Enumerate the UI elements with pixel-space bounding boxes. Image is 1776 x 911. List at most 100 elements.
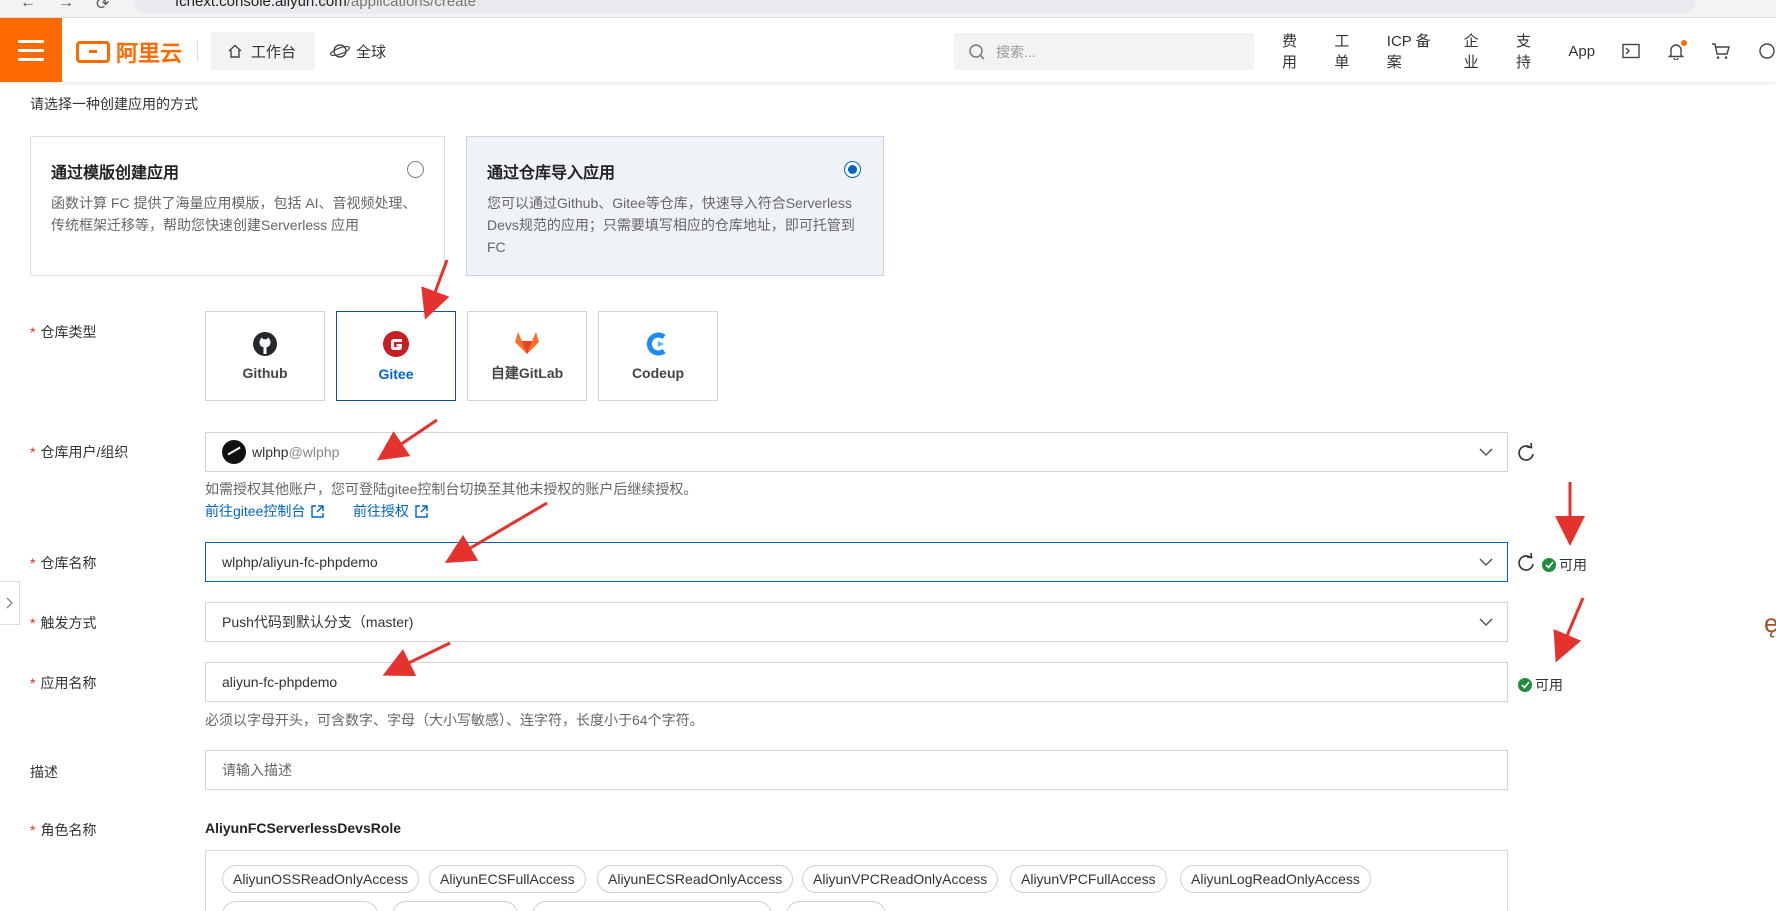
search-icon xyxy=(969,43,985,60)
repo-user-label: * 仓库用户/组织 xyxy=(30,442,128,462)
reload-icon[interactable]: ⟳ xyxy=(96,0,109,14)
search-input[interactable] xyxy=(996,43,1216,60)
decorative-glyph: ę xyxy=(1764,608,1776,638)
terminal-icon[interactable] xyxy=(1622,43,1640,59)
create-app-form: 请选择一种创建应用的方式 通过模版创建应用 函数计算 FC 提供了海量应用模版，… xyxy=(0,82,1776,911)
required-mark: * xyxy=(30,444,36,460)
menu-line xyxy=(18,39,44,43)
required-mark: * xyxy=(30,615,36,631)
app-name-status: 可用 xyxy=(1518,675,1563,695)
divider xyxy=(197,40,198,62)
method-card-template[interactable]: 通过模版创建应用 函数计算 FC 提供了海量应用模版，包括 AI、音视频处理、传… xyxy=(30,136,445,276)
method-card-repo[interactable]: 通过仓库导入应用 您可以通过Github、Gitee等仓库，快速导入符合Serv… xyxy=(466,136,884,276)
collapse-sidebar-handle[interactable] xyxy=(0,581,20,625)
region-label: 全球 xyxy=(356,43,387,61)
method-radio-template[interactable] xyxy=(407,161,424,178)
method-radio-repo[interactable] xyxy=(844,161,861,178)
gitee-icon xyxy=(383,331,409,357)
chevron-down-icon xyxy=(1479,618,1493,627)
repo-type-label-text: 仓库类型 xyxy=(40,324,97,340)
chevron-down-icon xyxy=(1479,448,1493,457)
search-box[interactable] xyxy=(954,33,1254,70)
app-name-label-text: 应用名称 xyxy=(40,675,97,691)
console-header: 阿里云 工作台 全球 费用 工单 ICP 备案 企业 支持 App xyxy=(0,18,1776,82)
repo-option-label: Gitee xyxy=(378,366,414,382)
address-bar[interactable]: fcnext.console.aliyun.com/applications/c… xyxy=(135,0,1695,14)
app-name-help: 必须以字母开头，可含数字、字母（大小写敏感）、连字符，长度小于64个字符。 xyxy=(205,712,704,728)
required-mark: * xyxy=(30,822,36,838)
repo-option-label: Github xyxy=(242,365,288,381)
trigger-select[interactable]: Push代码到默认分支（master) xyxy=(205,602,1508,642)
workbench-button[interactable]: 工作台 xyxy=(211,32,315,70)
role-value: AliyunFCServerlessDevsRole xyxy=(205,820,402,836)
refresh-users-icon[interactable] xyxy=(1516,443,1536,463)
repo-option-gitlab[interactable]: 自建GitLab xyxy=(467,311,587,401)
policy-tag: AliyunVPCReadOnlyAccess xyxy=(802,865,999,893)
role-label-text: 角色名称 xyxy=(40,822,97,838)
repo-user-select[interactable]: wlphp @wlphp xyxy=(205,432,1508,472)
github-icon xyxy=(253,332,277,356)
notification-dot xyxy=(1681,40,1688,46)
notification-bell-icon[interactable] xyxy=(1667,40,1688,60)
app-name-input[interactable] xyxy=(205,662,1508,702)
link-label: 前往gitee控制台 xyxy=(205,503,306,519)
trigger-label: * 触发方式 xyxy=(30,613,96,633)
required-mark: * xyxy=(30,675,36,691)
link-label: 前往授权 xyxy=(353,503,409,519)
aliyun-logo[interactable]: 阿里云 xyxy=(76,36,182,68)
back-icon[interactable]: ← xyxy=(20,0,36,12)
trigger-value: Push代码到默认分支（master) xyxy=(222,614,414,630)
globe-language-icon[interactable] xyxy=(1758,42,1776,60)
required-mark: * xyxy=(30,555,36,571)
gitee-console-link[interactable]: 前往gitee控制台 xyxy=(205,501,325,521)
nav-support[interactable]: 支持 xyxy=(1516,30,1541,72)
repo-option-gitee[interactable]: Gitee xyxy=(336,311,456,401)
trigger-label-text: 触发方式 xyxy=(40,615,97,631)
status-text: 可用 xyxy=(1535,677,1563,693)
gitlab-icon xyxy=(515,332,539,354)
policy-tag: AliyunOSSReadOnlyAccess xyxy=(222,865,420,893)
repo-name-label: * 仓库名称 xyxy=(30,553,96,573)
role-label: * 角色名称 xyxy=(30,820,96,840)
browser-toolbar: ← → ⟳ fcnext.console.aliyun.com/applicat… xyxy=(0,0,1776,18)
region-selector[interactable]: 全球 xyxy=(330,32,386,70)
repo-option-github[interactable]: Github xyxy=(205,311,325,401)
policy-tag xyxy=(222,901,378,911)
policy-tag: AliyunECSFullAccess xyxy=(429,865,586,893)
menu-line xyxy=(18,48,44,52)
check-circle-icon xyxy=(1542,558,1556,572)
top-nav: 费用 工单 ICP 备案 企业 支持 App xyxy=(1282,30,1776,72)
repo-name-select[interactable]: wlphp/aliyun-fc-phpdemo xyxy=(205,542,1508,582)
nav-enterprise[interactable]: 企业 xyxy=(1464,30,1489,72)
policy-tag: AliyunECSReadOnlyAccess xyxy=(597,865,794,893)
logo-mark-icon xyxy=(76,41,110,63)
nav-ticket[interactable]: 工单 xyxy=(1334,30,1359,72)
codeup-icon xyxy=(646,332,666,356)
nav-billing[interactable]: 费用 xyxy=(1282,30,1307,72)
repo-option-codeup[interactable]: Codeup xyxy=(598,311,718,401)
desc-input[interactable] xyxy=(205,750,1508,790)
home-icon xyxy=(228,44,242,58)
logo-text: 阿里云 xyxy=(116,41,183,66)
menu-button[interactable] xyxy=(0,18,62,82)
external-link-icon xyxy=(311,504,325,518)
required-mark: * xyxy=(30,324,36,340)
repo-name-status: 可用 xyxy=(1542,555,1587,575)
repo-user-help: 如需授权其他账户，您可登陆gitee控制台切换至其他未授权的账户后继续授权。 xyxy=(205,481,698,497)
nav-icp[interactable]: ICP 备案 xyxy=(1387,30,1437,72)
forward-icon[interactable]: → xyxy=(58,0,74,12)
refresh-repos-icon[interactable] xyxy=(1516,553,1536,573)
authorize-link[interactable]: 前往授权 xyxy=(353,501,428,521)
desc-label-text: 描述 xyxy=(30,764,58,780)
repo-user-suffix: @wlphp xyxy=(288,444,340,460)
workbench-label: 工作台 xyxy=(251,43,297,61)
repo-user-label-text: 仓库用户/组织 xyxy=(40,444,129,460)
method-desc: 函数计算 FC 提供了海量应用模版，包括 AI、音视频处理、传统框架迁移等，帮助… xyxy=(51,195,417,233)
nav-app[interactable]: App xyxy=(1568,43,1595,60)
menu-line xyxy=(18,57,44,61)
cart-icon[interactable] xyxy=(1711,42,1731,60)
app-name-label: * 应用名称 xyxy=(30,673,96,693)
method-title: 通过模版创建应用 xyxy=(51,165,180,182)
policy-tag xyxy=(392,901,518,911)
repo-name-value: wlphp/aliyun-fc-phpdemo xyxy=(222,554,378,570)
